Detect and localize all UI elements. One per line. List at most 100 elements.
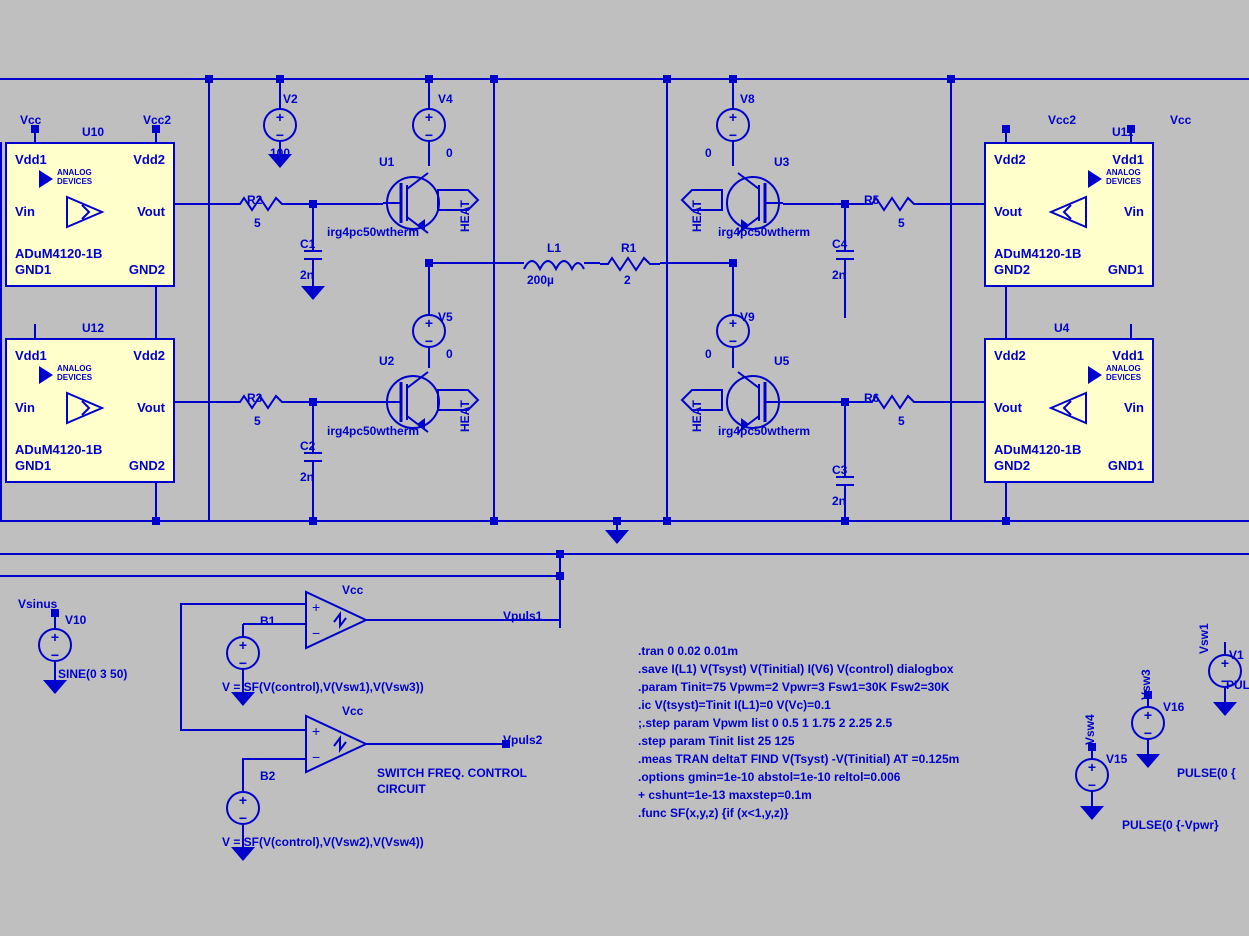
partnum: ADuM4120-1B bbox=[994, 246, 1081, 261]
wire bbox=[242, 624, 244, 636]
wire bbox=[180, 603, 306, 605]
val-r2: 5 bbox=[254, 216, 261, 230]
pin: GND2 bbox=[994, 458, 1030, 473]
buffer-icon bbox=[62, 192, 122, 232]
wire bbox=[1005, 287, 1007, 325]
wire bbox=[844, 260, 846, 318]
ref-u5: U5 bbox=[774, 354, 789, 368]
wire bbox=[1091, 792, 1093, 806]
buffer-icon bbox=[1041, 388, 1101, 428]
wire bbox=[924, 401, 984, 403]
pin: GND2 bbox=[129, 262, 165, 277]
junction-node bbox=[663, 517, 671, 525]
wire bbox=[1005, 483, 1007, 520]
buffer-icon bbox=[62, 388, 122, 428]
junction-node bbox=[729, 75, 737, 83]
junction-node bbox=[947, 75, 955, 83]
gnd-icon bbox=[605, 530, 629, 544]
partnum: ADuM4120-1B bbox=[15, 442, 102, 457]
svg-text:+: + bbox=[312, 723, 320, 739]
spice-line: .ic V(tsyst)=Tinit I(L1)=0 V(Vc)=0.1 bbox=[638, 696, 959, 714]
wire bbox=[950, 79, 952, 520]
wire bbox=[312, 260, 314, 286]
wire bbox=[155, 287, 157, 325]
gnd-icon bbox=[231, 692, 255, 706]
partnum: ADuM4120-1B bbox=[994, 442, 1081, 457]
junction-node bbox=[205, 75, 213, 83]
gnd-icon bbox=[1080, 806, 1104, 820]
wire bbox=[783, 203, 865, 205]
pin: Vin bbox=[1124, 204, 1144, 219]
ref-v8: V8 bbox=[740, 92, 755, 106]
logo-line: DEVICES bbox=[57, 373, 92, 382]
junction-node bbox=[556, 550, 564, 558]
buffer-icon bbox=[1041, 192, 1101, 232]
junction-node bbox=[841, 200, 849, 208]
wire bbox=[428, 260, 430, 314]
adum-u11: Vdd2 Vdd1 Vout Vin GND2 GND1 ADuM4120-1B… bbox=[984, 142, 1154, 287]
wire bbox=[732, 260, 734, 314]
svg-text:−: − bbox=[312, 625, 320, 641]
gnd-icon bbox=[1213, 702, 1237, 716]
spice-line: .meas TRAN deltaT FIND V(Tsyst) -V(Tinit… bbox=[638, 750, 959, 768]
wire bbox=[292, 203, 383, 205]
spice-directives: .tran 0 0.02 0.01m .save I(L1) V(Tsyst) … bbox=[638, 642, 959, 822]
wire bbox=[0, 78, 1249, 80]
wire bbox=[312, 204, 314, 250]
net-vcc-right: Vcc bbox=[1170, 113, 1191, 127]
wire bbox=[242, 758, 244, 780]
wire bbox=[660, 262, 733, 264]
wire bbox=[279, 79, 281, 108]
junction-node bbox=[1088, 743, 1096, 751]
control-title: SWITCH FREQ. CONTROL CIRCUIT bbox=[377, 765, 557, 797]
wire bbox=[34, 324, 36, 338]
ref-v9: V9 bbox=[740, 310, 755, 324]
wire bbox=[175, 203, 233, 205]
logo-line: DEVICES bbox=[1106, 373, 1141, 382]
wire bbox=[844, 486, 846, 520]
junction-node bbox=[490, 75, 498, 83]
pin: GND1 bbox=[1108, 262, 1144, 277]
wire bbox=[0, 142, 2, 342]
wire bbox=[312, 462, 314, 520]
wire bbox=[1005, 324, 1007, 338]
val-v1x: PUL bbox=[1226, 678, 1249, 692]
wire bbox=[155, 483, 157, 520]
net-vcc-cmp2: Vcc bbox=[342, 704, 363, 718]
vsource-v16 bbox=[1131, 706, 1165, 740]
pin: Vdd2 bbox=[994, 152, 1026, 167]
ref-v10: V10 bbox=[65, 613, 86, 627]
ref-b2: B2 bbox=[260, 769, 275, 783]
val-l1: 200µ bbox=[527, 273, 554, 287]
wire bbox=[732, 79, 734, 108]
val-v15: PULSE(0 {-Vpwr} bbox=[1122, 818, 1219, 832]
pin: Vin bbox=[1124, 400, 1144, 415]
wire bbox=[0, 520, 1249, 522]
spice-line: .func SF(x,y,z) {if (x<1,y,z)} bbox=[638, 804, 959, 822]
adum-u4: Vdd2 Vdd1 Vout Vin GND2 GND1 ADuM4120-1B… bbox=[984, 338, 1154, 483]
ref-v5: V5 bbox=[438, 310, 453, 324]
junction-node bbox=[425, 75, 433, 83]
val-r6: 5 bbox=[898, 414, 905, 428]
wire bbox=[279, 142, 281, 154]
junction-node bbox=[490, 517, 498, 525]
junction-node bbox=[1144, 691, 1152, 699]
junction-node bbox=[556, 572, 564, 580]
vsource-v15 bbox=[1075, 758, 1109, 792]
bsource-b1 bbox=[226, 636, 260, 670]
model-u1: irg4pc50wtherm bbox=[327, 225, 419, 239]
wire bbox=[366, 743, 506, 745]
wire bbox=[54, 662, 56, 680]
analog-devices-logo: ANALOGDEVICES bbox=[1086, 170, 1104, 188]
pin: Vdd1 bbox=[15, 152, 47, 167]
wire bbox=[559, 554, 561, 628]
val-v9: 0 bbox=[705, 347, 712, 361]
wire bbox=[429, 262, 524, 264]
spice-line: .options gmin=1e-10 abstol=1e-10 reltol=… bbox=[638, 768, 959, 786]
heat-flag-icon bbox=[438, 390, 478, 410]
ref-u2: U2 bbox=[379, 354, 394, 368]
wire bbox=[0, 340, 2, 520]
net-vsw1: Vsw1 bbox=[1197, 623, 1211, 654]
pin: GND1 bbox=[15, 458, 51, 473]
wire bbox=[243, 758, 306, 760]
